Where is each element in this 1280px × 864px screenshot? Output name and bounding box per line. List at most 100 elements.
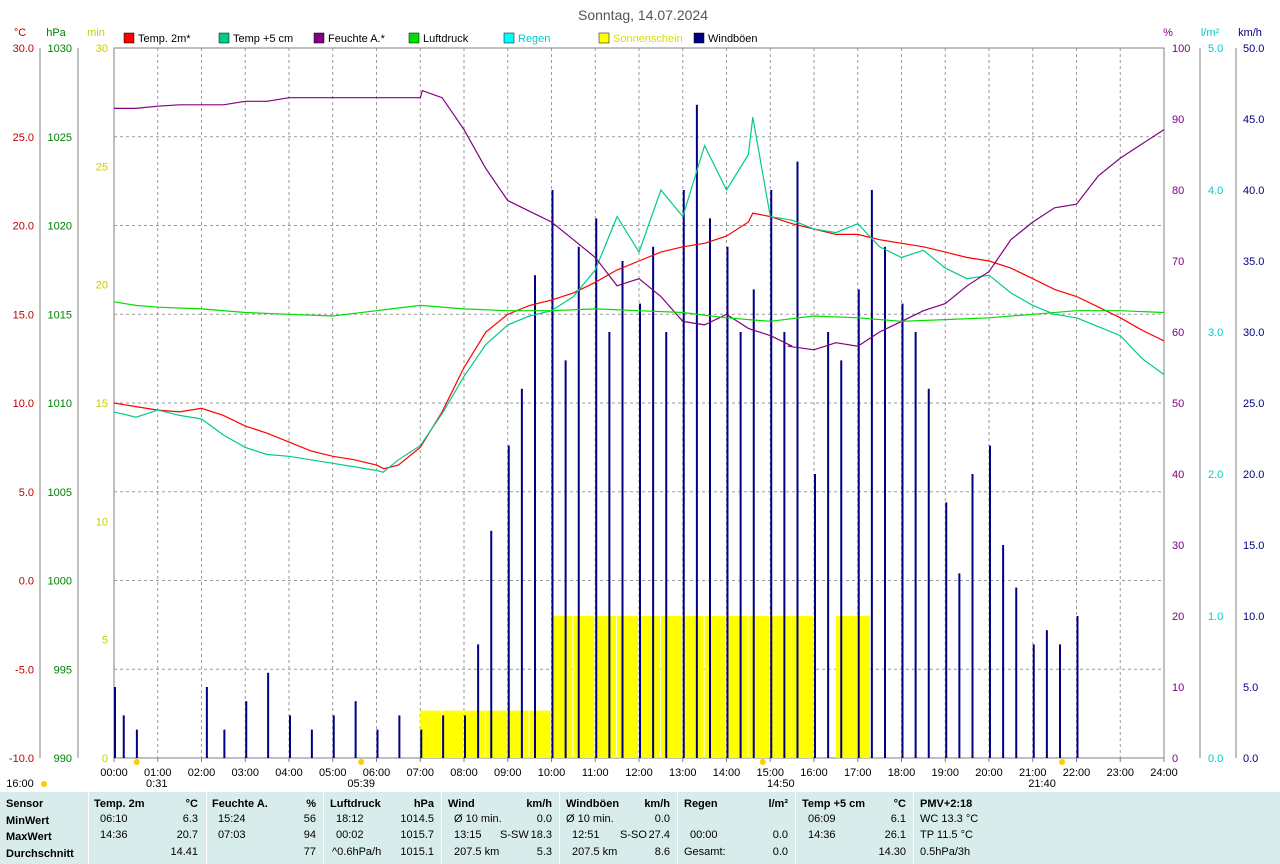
legend-swatch [123,32,135,44]
temp2m-max-time: 14:36 [100,829,128,841]
gust-bar [507,445,510,758]
gust-bar [420,729,423,758]
y-tick-label: 0 [102,753,108,765]
legend-label: Temp. 2m* [138,33,191,45]
stats-feuchte: Feuchte A. % 15:24 56 07:03 94 77 [212,792,320,864]
feuchte-header: Feuchte A. [212,798,268,810]
legend-label: Windböen [708,33,758,45]
x-tick-label: 10:00 [538,767,566,779]
y-tick-label: 1010 [48,398,72,410]
sunshine-bar [704,616,726,758]
gust-bar [901,303,904,758]
gust-bar [551,190,554,758]
temp5cm-avg: 14.30 [878,846,906,858]
min-label: MinWert [6,815,50,827]
windboeen-distance: 207.5 km [572,846,618,858]
y-tick-label: 20.0 [1243,469,1264,481]
y-tick-label: 40 [1172,469,1184,481]
gust-bar [114,687,116,758]
y-tick-label: 50 [1172,398,1184,410]
y-tick-label: 60 [1172,327,1184,339]
y-tick-label: 35.0 [1243,256,1264,268]
gust-bar [245,701,248,758]
sunshine-bar [595,616,617,758]
temp5cm-min: 6.1 [890,813,906,825]
gust-bar [971,474,974,758]
sunshine-bar [442,710,463,758]
sunshine-bar [507,710,529,758]
legend-label: Luftdruck [423,33,469,45]
regen-unit: l/m² [768,798,788,810]
x-tick-label: 03:00 [231,767,259,779]
gust-bar [577,246,580,759]
x-tick-label: 13:00 [669,767,697,779]
windboeen-max: 27.4 [648,829,670,841]
y-tick-label: 4.0 [1208,185,1223,197]
gust-bar [695,104,698,759]
gust-bar [1045,630,1048,758]
temp2m-avg: 14.41 [170,846,198,858]
y-tick-label: 5 [102,635,108,647]
gust-bar [1015,587,1018,758]
wind-avg: 5.3 [536,846,552,858]
sunshine-bar [573,616,595,758]
temp5cm-header: Temp +5 cm [802,798,866,810]
y-tick-label: 5.0 [1243,682,1258,694]
gust-bar [752,289,755,758]
pmv-tp: TP 11.5 °C [920,829,973,841]
y-tick-label: 45.0 [1243,114,1264,126]
y-tick-label: 15.0 [13,309,34,321]
stats-windboeen: Windböen km/h Ø 10 min. 0.0 12:51 S-SO 2… [566,792,674,864]
y-tick-label: 20 [1172,611,1184,623]
temp5cm-min-time: 06:09 [808,813,836,825]
x-tick-label: 08:00 [450,767,478,779]
temp2m-min-time: 06:10 [100,813,128,825]
gust-bar [796,161,799,759]
pmv-header: PMV+2:18 [920,798,973,810]
gust-bar [135,729,138,758]
legend-swatch [313,32,325,44]
sunshine-bar [420,710,442,758]
gust-bar [665,332,668,758]
y-tick-label: 1000 [48,576,72,588]
time-marker-label: 14:50 [767,778,795,790]
gust-bar [827,332,830,758]
gust-bar [1002,545,1005,758]
wind-avg10-label: Ø 10 min. [454,813,502,825]
legend-label: Temp +5 cm [233,33,293,45]
statistics-panel: Sensor MinWert MaxWert Durchschnitt Temp… [0,792,1280,864]
y-tick-label: 30.0 [1243,327,1264,339]
gust-bar [709,218,711,758]
stats-regen: Regen l/m² 00:00 0.0 Gesamt: 0.0 [684,792,792,864]
sun-marker [759,759,766,765]
gust-bar [1076,616,1079,758]
legend-swatch [598,32,610,44]
gust-bar [223,729,226,758]
time-marker-label: 0:31 [146,778,167,790]
x-tick-label: 23:00 [1106,767,1134,779]
feuchte-max-time: 07:03 [218,829,246,841]
legend-label: Feuchte A.* [328,33,386,45]
y-tick-label: 3.0 [1208,327,1223,339]
luftdruck-header: Luftdruck [330,798,381,810]
gust-bar [564,360,567,758]
y-tick-label: 995 [54,664,72,676]
sun-marker [358,759,365,765]
gust-bar [267,672,270,758]
y-tick-label: 70 [1172,256,1184,268]
y-tick-label: 10 [1172,682,1184,694]
y-tick-label: 1025 [48,132,72,144]
feuchte-avg: 77 [303,846,316,858]
gust-bar [310,729,313,758]
y-tick-label: 20.0 [13,221,34,233]
gust-bar [1032,644,1035,758]
gust-bar [354,701,357,758]
temp2m-max: 20.7 [176,829,198,841]
gust-bar [739,332,742,758]
luftdruck-trend: ^0.6hPa/h [332,846,382,858]
y-tick-label: 20 [96,280,108,292]
y-tick-label: 25.0 [1243,398,1264,410]
x-tick-label: 16:00 [800,767,828,779]
regen-max-time: 00:00 [690,829,718,841]
sunshine-bar [748,616,770,758]
